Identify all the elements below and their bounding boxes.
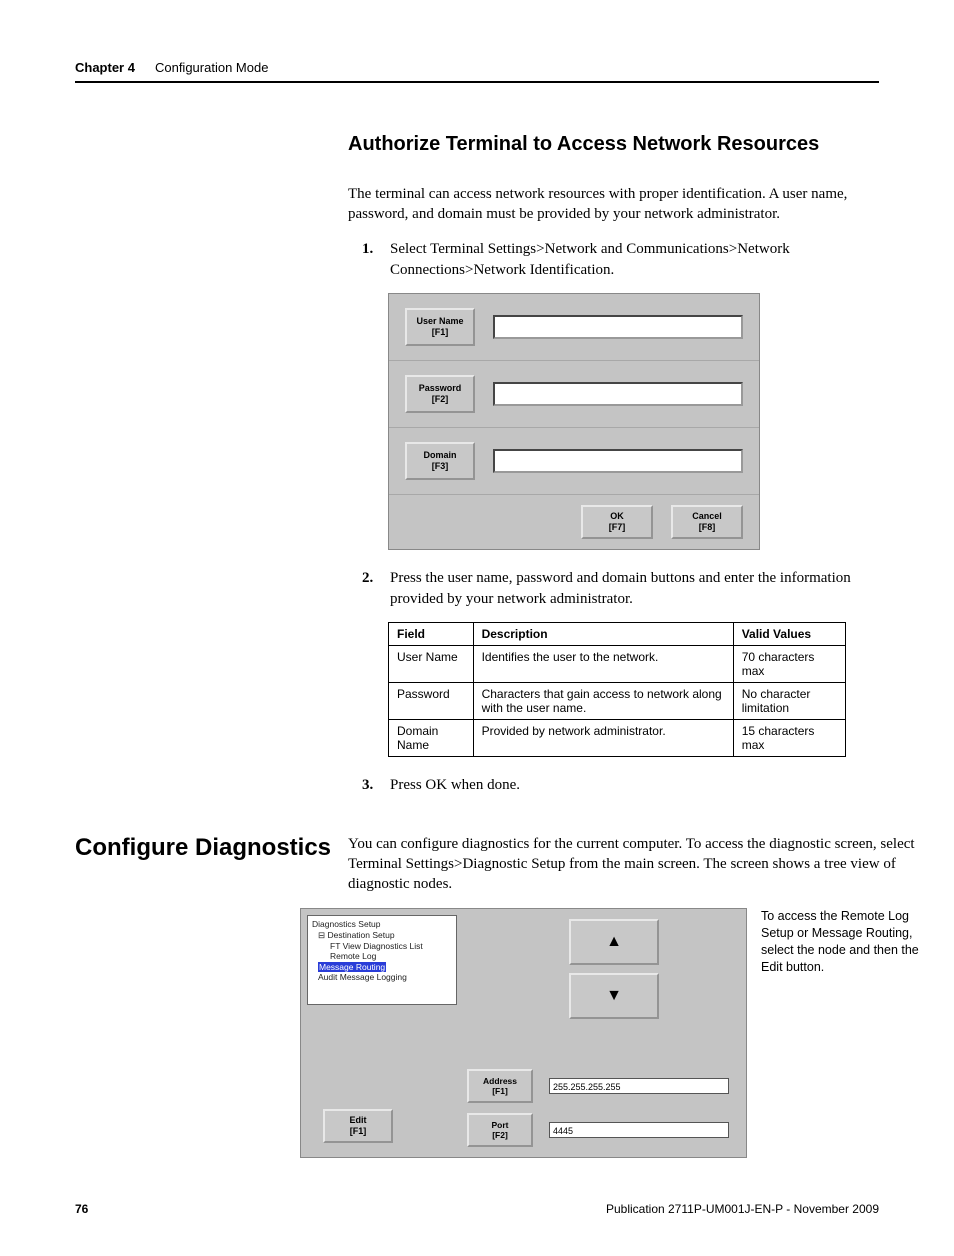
step-2: 2.Press the user name, password and doma… (348, 568, 879, 610)
domain-button[interactable]: Domain[F3] (405, 442, 475, 480)
page-number: 76 (75, 1202, 88, 1216)
triangle-up-icon: ▲ (606, 933, 622, 951)
step-1: 1.Select Terminal Settings>Network and C… (348, 239, 879, 281)
page-header: Chapter 4 Configuration Mode (75, 60, 879, 75)
port-input[interactable]: 4445 (549, 1122, 729, 1138)
port-button[interactable]: Port[F2] (467, 1113, 533, 1147)
th-description: Description (473, 622, 733, 645)
step-3: 3.Press OK when done. (348, 775, 879, 796)
th-valid: Valid Values (733, 622, 845, 645)
page-footer: 76 Publication 2711P-UM001J-EN-P - Novem… (75, 1202, 879, 1216)
section-heading-authorize: Authorize Terminal to Access Network Res… (348, 133, 879, 156)
th-field: Field (389, 622, 474, 645)
diagnostics-intro: You can configure diagnostics for the cu… (348, 834, 919, 895)
password-input[interactable] (493, 382, 743, 406)
table-row: Password Characters that gain access to … (389, 682, 846, 719)
up-arrow-button[interactable]: ▲ (569, 919, 659, 965)
triangle-down-icon: ▼ (606, 987, 622, 1005)
diagnostics-tree[interactable]: Diagnostics Setup ⊟ Destination Setup FT… (307, 915, 457, 1005)
side-note: To access the Remote Log Setup or Messag… (761, 908, 919, 976)
table-row: Domain Name Provided by network administ… (389, 719, 846, 756)
chapter-title: Configuration Mode (155, 60, 268, 75)
section-heading-diagnostics: Configure Diagnostics (75, 834, 348, 863)
password-button[interactable]: Password[F2] (405, 375, 475, 413)
chapter-label: Chapter 4 (75, 60, 135, 75)
domain-input[interactable] (493, 449, 743, 473)
down-arrow-button[interactable]: ▼ (569, 973, 659, 1019)
address-button[interactable]: Address[F1] (467, 1069, 533, 1103)
ok-button[interactable]: OK[F7] (581, 505, 653, 539)
fields-table: Field Description Valid Values User Name… (388, 622, 846, 757)
cancel-button[interactable]: Cancel[F8] (671, 505, 743, 539)
address-input[interactable]: 255.255.255.255 (549, 1078, 729, 1094)
network-id-dialog: User Name[F1] Password[F2] Domain[F3] OK… (388, 293, 760, 550)
user-name-button[interactable]: User Name[F1] (405, 308, 475, 346)
publication-id: Publication 2711P-UM001J-EN-P - November… (606, 1202, 879, 1216)
header-rule (75, 81, 879, 83)
table-row: User Name Identifies the user to the net… (389, 645, 846, 682)
edit-button[interactable]: Edit[F1] (323, 1109, 393, 1143)
tree-node-selected: Message Routing (318, 962, 386, 973)
intro-paragraph: The terminal can access network resource… (348, 184, 879, 225)
user-name-input[interactable] (493, 315, 743, 339)
diagnostics-dialog: Diagnostics Setup ⊟ Destination Setup FT… (300, 908, 747, 1158)
